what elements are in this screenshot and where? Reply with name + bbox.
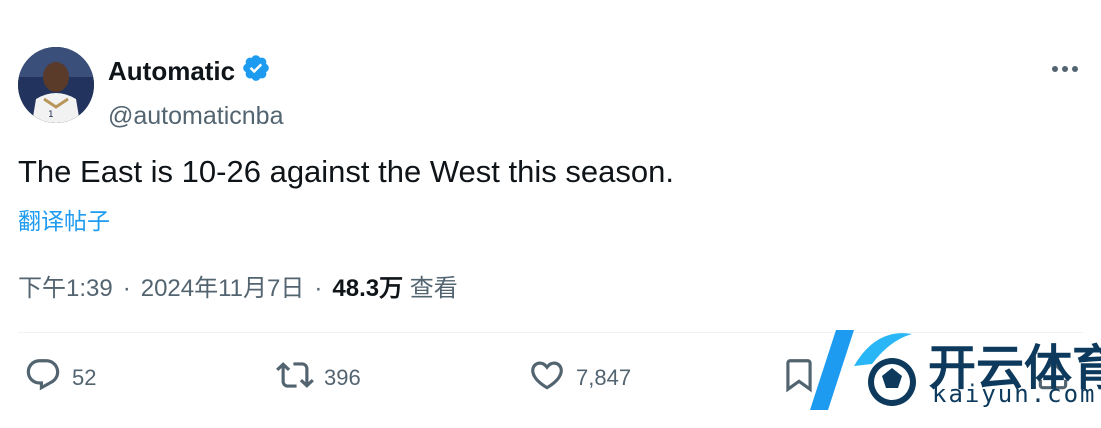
display-name[interactable]: Automatic <box>108 53 271 89</box>
post-text: The East is 10-26 against the West this … <box>18 154 674 189</box>
like-button[interactable]: 7,847 <box>528 352 631 404</box>
reply-icon <box>24 356 62 400</box>
views-count: 48.3万 <box>332 275 404 302</box>
display-name-text: Automatic <box>108 56 236 86</box>
repost-button[interactable]: 396 <box>276 352 361 404</box>
post-header: 1 Automatic @automaticnba <box>18 47 1083 130</box>
views-block: 48.3万 查看 <box>332 268 457 303</box>
views-label: 查看 <box>409 275 458 302</box>
reply-count: 52 <box>72 365 97 390</box>
meta-separator: · <box>314 275 323 302</box>
more-options-icon[interactable] <box>1047 57 1083 81</box>
like-icon <box>528 356 566 400</box>
author-info: Automatic @automaticnba <box>108 53 283 131</box>
repost-icon <box>276 356 314 400</box>
post-date[interactable]: 2024年11月7日 <box>141 268 305 303</box>
reply-button[interactable]: 52 <box>24 352 96 404</box>
post-meta: 下午1:39 · 2024年11月7日 · 48.3万 查看 <box>18 268 458 303</box>
meta-separator: · <box>122 275 131 302</box>
repost-count: 396 <box>324 365 361 390</box>
watermark-text-en: kaiyun.com <box>932 380 1097 408</box>
like-count: 7,847 <box>576 365 632 390</box>
kaiyun-logo-icon <box>810 330 916 410</box>
user-handle[interactable]: @automaticnba <box>108 101 283 131</box>
avatar[interactable]: 1 <box>18 47 94 123</box>
translate-post-link[interactable]: 翻译帖子 <box>18 202 110 236</box>
svg-text:1: 1 <box>48 110 54 120</box>
post-time[interactable]: 下午1:39 <box>18 268 113 303</box>
verified-badge-icon <box>241 53 271 89</box>
watermark-logo: 开云体育 kaiyun.com <box>806 322 1101 416</box>
